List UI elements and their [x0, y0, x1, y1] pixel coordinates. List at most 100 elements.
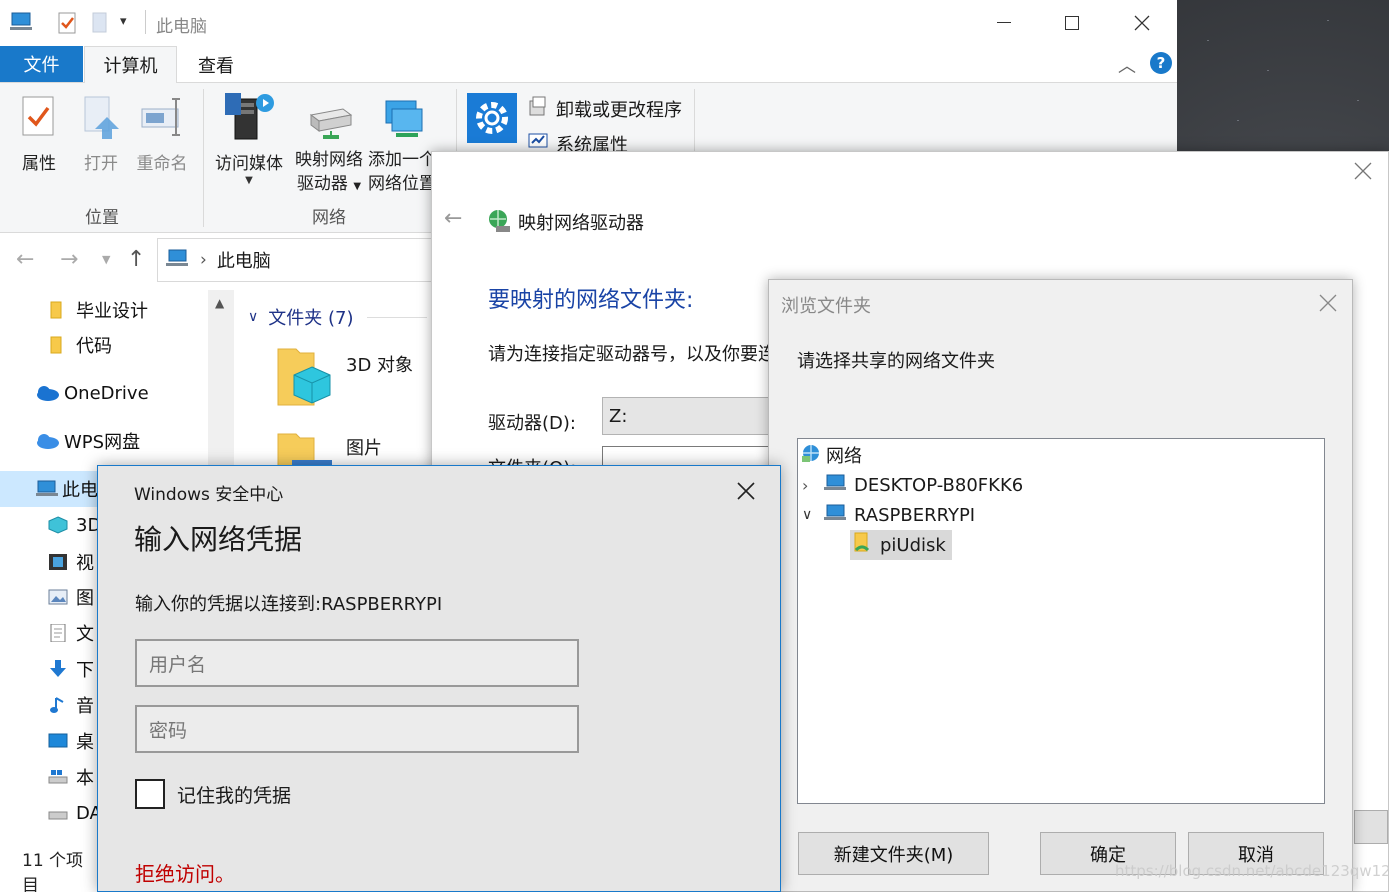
nav-item-code[interactable]: 代码: [48, 327, 112, 363]
username-input[interactable]: 用户名: [135, 639, 579, 687]
uninstall-label: 卸载或更改程序: [556, 99, 682, 121]
username-placeholder: 用户名: [149, 653, 207, 676]
rename-icon: [138, 95, 186, 146]
nav-label: 毕业设计: [76, 301, 148, 322]
breadcrumb-separator-icon: ›: [200, 250, 207, 270]
chevron-right-icon[interactable]: ›: [802, 476, 824, 495]
windows-security-dialog: Windows 安全中心 输入网络凭据 输入你的凭据以连接到:RASPBERRY…: [97, 465, 781, 892]
properties-label: 属性: [22, 154, 56, 174]
checkbox-label: 记住我的凭据: [177, 784, 292, 807]
nav-label: WPS网盘: [64, 432, 141, 453]
uninstall-program-button[interactable]: 卸载或更改程序: [528, 95, 682, 122]
folders-group-header[interactable]: ∨ 文件夹 (7): [248, 304, 428, 330]
nav-item-desktop[interactable]: 桌: [48, 723, 94, 759]
group-location-label: 位置: [85, 208, 119, 228]
close-button[interactable]: [1119, 0, 1165, 46]
open-button[interactable]: 打开: [78, 95, 124, 176]
nav-label: 桌: [76, 732, 94, 753]
group-network-label: 网络: [312, 208, 346, 228]
picture-icon: [48, 588, 68, 606]
dialog-title: 映射网络驱动器: [518, 213, 644, 234]
close-icon[interactable]: [737, 482, 755, 505]
this-pc-icon: [166, 248, 190, 273]
nav-item-videos[interactable]: 视: [48, 544, 94, 580]
nav-item-pictures[interactable]: 图: [48, 579, 94, 615]
nav-item-onedrive[interactable]: OneDrive: [34, 375, 149, 411]
chevron-down-icon[interactable]: ∨: [802, 507, 824, 523]
divider: [367, 316, 428, 318]
rename-label: 重命名: [136, 154, 188, 174]
forward-arrow-icon[interactable]: →: [60, 247, 78, 272]
new-folder-quick-icon[interactable]: [92, 12, 108, 34]
chevron-down-icon: ∨: [248, 309, 259, 325]
customize-quick-access-icon[interactable]: ▾: [120, 14, 127, 29]
maximize-button[interactable]: [1049, 0, 1095, 46]
nav-item-documents[interactable]: 文: [48, 615, 94, 651]
error-message: 拒绝访问。: [135, 862, 235, 886]
drive-select-value: Z:: [609, 405, 628, 427]
add-location-label-2: 网络位置: [368, 174, 434, 194]
access-media-label: 访问媒体: [215, 154, 283, 174]
nav-item-downloads[interactable]: 下: [48, 651, 94, 687]
new-folder-button[interactable]: 新建文件夹(M): [798, 832, 989, 875]
help-icon[interactable]: ?: [1150, 52, 1172, 74]
nav-label: 此电: [62, 480, 98, 501]
tree-item-network[interactable]: 网络: [800, 440, 862, 470]
remember-credentials-checkbox[interactable]: 记住我的凭据: [135, 779, 291, 809]
scroll-up-icon[interactable]: ▲: [215, 296, 224, 310]
back-arrow-icon[interactable]: ←: [16, 247, 34, 272]
network-location-icon: [382, 97, 426, 148]
dropdown-arrow-icon: ▼: [353, 181, 362, 192]
tree-label: DESKTOP-B80FKK6: [854, 474, 1024, 496]
drive-select[interactable]: Z:: [602, 397, 770, 435]
tree-item-desktop-pc[interactable]: › DESKTOP-B80FKK6: [802, 470, 1023, 500]
folder-3d-objects[interactable]: 3D 对象: [276, 345, 413, 416]
access-media-button[interactable]: 访问媒体 ▼: [210, 91, 288, 186]
password-placeholder: 密码: [149, 719, 188, 742]
recent-locations-icon[interactable]: ▼: [102, 253, 110, 266]
nav-label: 音: [76, 696, 94, 717]
music-note-icon: [48, 696, 68, 714]
nav-item-music[interactable]: 音: [48, 687, 94, 723]
nav-item-local-disk[interactable]: 本: [48, 759, 94, 795]
rename-button[interactable]: 重命名: [134, 95, 190, 176]
folder-tree[interactable]: 网络 › DESKTOP-B80FKK6 ∨ RASPBERRYPI piUdi…: [797, 438, 1325, 804]
tree-item-raspberrypi[interactable]: ∨ RASPBERRYPI: [802, 500, 975, 530]
tab-computer[interactable]: 计算机: [84, 46, 177, 83]
nav-label: 图: [76, 588, 94, 609]
nav-item-3d-objects[interactable]: 3D: [48, 507, 101, 543]
address-bar[interactable]: › 此电脑: [157, 238, 431, 282]
status-bar: 11 个项目: [22, 851, 84, 892]
tab-view[interactable]: 查看: [186, 46, 246, 83]
cloud-icon: [34, 384, 60, 402]
dialog-title: 浏览文件夹: [781, 296, 871, 317]
nav-label: 视: [76, 553, 94, 574]
nav-item-data-disk[interactable]: DA: [48, 795, 102, 831]
tree-item-piudisk[interactable]: piUdisk: [850, 530, 952, 560]
map-drive-label-2: 驱动器: [296, 174, 348, 194]
nav-item-wps[interactable]: WPS网盘: [34, 423, 140, 459]
nav-label: 下: [76, 660, 94, 681]
minimize-button[interactable]: [981, 0, 1027, 46]
add-network-location-button[interactable]: 添加一个 网络位置: [368, 97, 434, 196]
map-network-drive-button[interactable]: 映射网络 驱动器 ▼: [290, 97, 368, 199]
tab-file[interactable]: 文件: [0, 46, 83, 82]
window-title: 此电脑: [156, 17, 207, 37]
password-input[interactable]: 密码: [135, 705, 579, 753]
collapse-ribbon-icon[interactable]: ︿: [1118, 52, 1136, 78]
up-arrow-icon[interactable]: ↑: [127, 247, 145, 272]
nav-item-graduation[interactable]: 毕业设计: [48, 292, 148, 328]
network-globe-icon: [800, 442, 822, 469]
security-subtitle: 输入你的凭据以连接到:RASPBERRYPI: [135, 594, 443, 615]
back-arrow-icon[interactable]: ←: [444, 206, 462, 231]
finish-button-edge[interactable]: [1354, 810, 1388, 844]
nav-label: 本: [76, 768, 94, 789]
properties-button[interactable]: 属性: [14, 95, 64, 176]
properties-quick-icon[interactable]: [58, 12, 76, 34]
drive-label: 驱动器(D):: [488, 413, 576, 434]
checkbox-box[interactable]: [135, 779, 165, 809]
close-icon[interactable]: [1354, 162, 1372, 185]
this-pc-icon: [10, 12, 34, 32]
folder-label: 图片: [346, 438, 382, 459]
close-icon[interactable]: [1319, 294, 1337, 317]
